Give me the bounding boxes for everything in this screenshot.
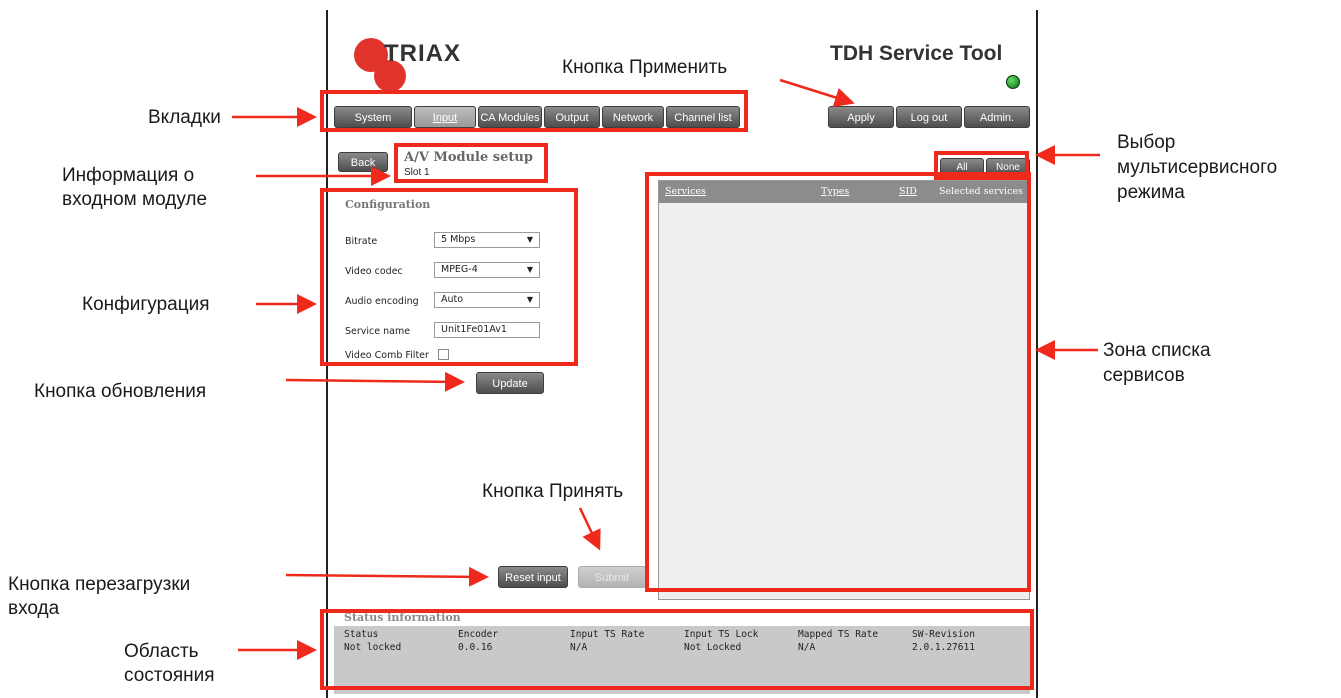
arrow-update <box>285 371 465 392</box>
annotation-arrows <box>232 78 1100 660</box>
arrow-reset <box>285 566 489 587</box>
arrow-apply <box>779 78 855 108</box>
arrow-submit <box>578 507 601 551</box>
